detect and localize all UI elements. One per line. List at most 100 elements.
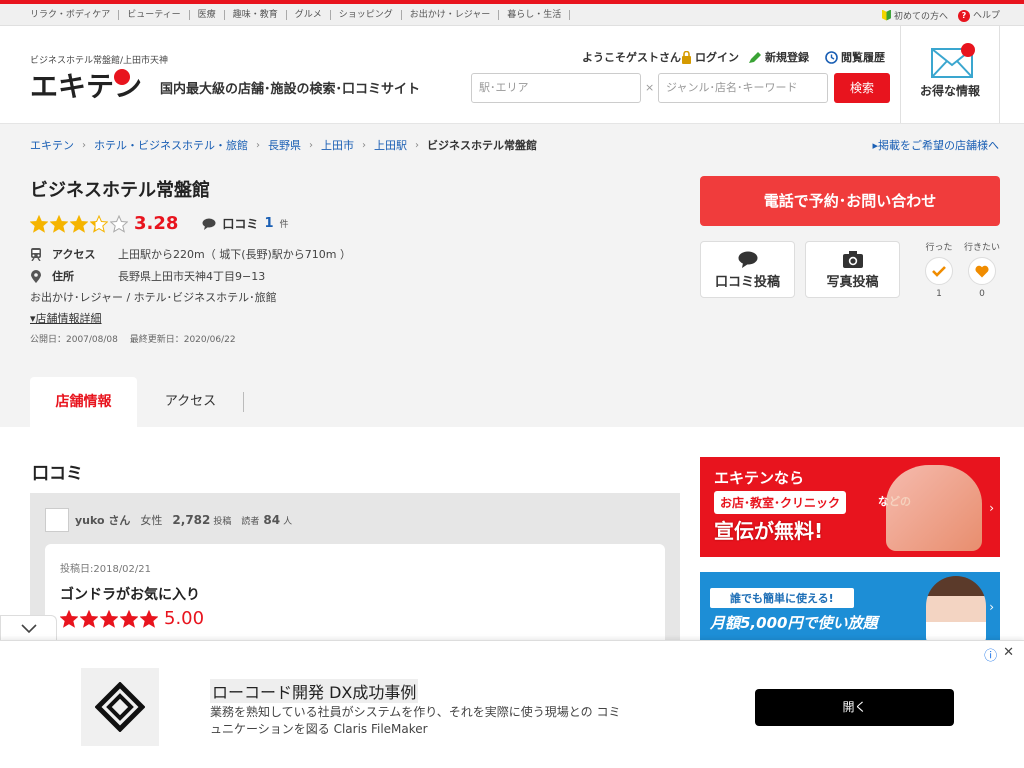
breadcrumb: エキテン › ホテル・ビジネスホテル・旅館 › 長野県 › 上田市 › 上田駅 › ビジネ… (30, 137, 537, 153)
review-card[interactable]: 投稿日:2018/02/21 ゴンドラがお気に入り 5.00 (45, 544, 665, 654)
clear-icon[interactable]: × (645, 81, 654, 94)
category-link[interactable]: ビューティー (119, 9, 190, 20)
shop-details-label: 店舗情報詳細 (35, 312, 102, 325)
listing-request-label: 掲載をご希望の店舗様へ (878, 139, 999, 152)
category-link[interactable]: 暮らし・生活 (499, 9, 571, 20)
post-review-button[interactable]: 口コミ投稿 (700, 241, 795, 298)
ad-text: エキテンなら (714, 469, 805, 487)
reviewer-name[interactable]: yuko さん (75, 512, 130, 528)
review-post-date: 投稿日:2018/02/21 (60, 564, 152, 575)
reviewer-readers-count: 84 (263, 513, 281, 527)
ad-logo[interactable] (81, 668, 159, 746)
history-link[interactable]: 閲覧履歴 (825, 49, 885, 65)
deals-label: お得な情報 (919, 84, 980, 98)
star-icon (70, 214, 88, 233)
category-link[interactable]: ショッピング (331, 9, 402, 20)
post-photo-label: 写真投稿 (826, 275, 879, 290)
went-counter: 行った 1 (919, 240, 959, 299)
tab-access[interactable]: アクセス (137, 377, 244, 427)
ad-info-icon[interactable]: ⓘ (984, 645, 997, 664)
ad-text: お店･教室･クリニック (714, 491, 847, 514)
beginner-link-label: 初めての方へ (893, 11, 948, 22)
star-icon (90, 214, 108, 233)
breadcrumb-link[interactable]: 上田駅 (374, 137, 407, 153)
ad-headline[interactable]: ローコード開発 DX成功事例 (210, 679, 419, 703)
review-count-label: 口コミ (222, 217, 259, 231)
claris-logo-icon (95, 682, 145, 732)
logo-subtitle: ビジネスホテル常盤館/上田市天神 (30, 56, 169, 66)
login-label: ログイン (695, 51, 739, 64)
address-label: 住所 (52, 270, 74, 283)
reviewer-info: yuko さん 女性 2,782 投稿 読者 84 人 (45, 508, 302, 532)
reviewer-readers-unit: 人 (283, 516, 293, 527)
review-rating-value: 5.00 (164, 608, 205, 629)
category-link[interactable]: 医療 (190, 9, 225, 20)
search-keyword-input[interactable]: ジャンル･店名･キーワード (658, 73, 828, 103)
rating-value: 3.28 (134, 213, 179, 234)
tagline: 国内最大級の店舗･施設の検索･口コミサイト (160, 82, 421, 97)
ad-text-highlight: お店･教室･クリニック (720, 496, 841, 510)
went-label: 行った (925, 243, 953, 253)
ad-person-image (886, 465, 982, 551)
want-button[interactable] (968, 257, 996, 285)
star-icon (110, 214, 128, 233)
star-icon (140, 609, 158, 628)
ad-controls: ⓘ ✕ (984, 645, 1014, 664)
ad-open-button[interactable]: 開く (755, 689, 954, 726)
shop-rating: 3.28 口コミ 1 件 (30, 213, 289, 234)
search-area-input[interactable]: 駅･エリア (471, 73, 641, 103)
went-count: 1 (936, 289, 942, 299)
breadcrumb-link[interactable]: 上田市 (321, 137, 354, 153)
register-link[interactable]: 新規登録 (748, 49, 809, 65)
post-photo-button[interactable]: 写真投稿 (805, 241, 900, 298)
breadcrumb-link[interactable]: ホテル・ビジネスホテル・旅館 (94, 137, 248, 153)
site-header: ビジネスホテル常盤館/上田市天神 エキテン 国内最大級の店舗･施設の検索･口コミ… (0, 26, 1024, 124)
shop-title: ビジネスホテル常盤館 (30, 180, 210, 201)
review-item: yuko さん 女性 2,782 投稿 読者 84 人 投稿日:2018/02/… (30, 493, 680, 654)
collapse-ad-button[interactable] (0, 615, 57, 641)
login-link[interactable]: ログイン (681, 49, 739, 65)
map-pin-icon (31, 269, 41, 283)
reviewer-readers-label: 読者 (241, 516, 260, 527)
shop-summary-area: エキテン › ホテル・ビジネスホテル・旅館 › 長野県 › 上田市 › 上田駅 › ビジネ… (0, 124, 1024, 427)
tab-shop-info[interactable]: 店舗情報 (30, 377, 137, 427)
ekiten-logo-icon: エキテン (30, 69, 142, 102)
avatar[interactable] (45, 508, 69, 532)
reviewer-posts-count: 2,782 (172, 513, 211, 527)
went-button[interactable] (925, 257, 953, 285)
help-link[interactable]: ? ヘルプ (957, 8, 1000, 22)
category-link[interactable]: 趣味・教育 (225, 9, 287, 20)
search-button[interactable]: 検索 (834, 73, 890, 103)
category-link[interactable]: お出かけ・レジャー (402, 9, 500, 20)
history-clock-icon (825, 50, 838, 64)
breadcrumb-current: ビジネスホテル常盤館 (427, 139, 537, 152)
close-icon[interactable]: ✕ (1003, 645, 1014, 664)
ad-text: 誰でも簡単に使える! (710, 588, 854, 608)
beginner-link[interactable]: 初めての方へ (881, 9, 948, 22)
call-reserve-button[interactable]: 電話で予約･お問い合わせ (700, 176, 1000, 226)
history-label: 閲覧履歴 (841, 51, 885, 64)
breadcrumb-link[interactable]: エキテン (30, 137, 74, 153)
want-label: 行きたい (963, 243, 1000, 253)
category-link[interactable]: リラク・ボディケア (30, 9, 120, 20)
chevron-right-icon: › (415, 139, 419, 151)
star-icon (30, 214, 48, 233)
speech-bubble-icon (202, 218, 216, 230)
breadcrumb-link[interactable]: 長野県 (268, 137, 301, 153)
speech-bubble-icon (738, 251, 757, 268)
chevron-right-icon: › (309, 139, 313, 151)
deals-button[interactable]: お得な情報 (900, 26, 1000, 123)
listing-request-link[interactable]: ▸掲載をご希望の店舗様へ (872, 137, 999, 153)
address-row: 住所 長野県上田市天神4丁目9−13 (30, 268, 265, 284)
free-listing-ad-banner[interactable]: エキテンなら お店･教室･クリニック などの 宣伝が無料! › (700, 457, 1000, 557)
category-link[interactable]: グルメ (287, 9, 331, 20)
service-ad-banner[interactable]: 誰でも簡単に使える! 月額5,000円で使い放題 › (700, 572, 1000, 642)
review-count-link[interactable]: 口コミ 1 件 (202, 215, 289, 232)
chevron-right-icon: › (989, 501, 994, 515)
review-title[interactable]: ゴンドラがお気に入り (60, 584, 200, 604)
ad-body: 業務を熟知している社員がシステムを作り、それを実際に使う現場との コミュニケーシ… (210, 705, 621, 736)
lock-icon (682, 50, 691, 64)
publish-dates: 公開日：2007/08/08 最終更新日：2020/06/22 (30, 335, 236, 345)
chevron-down-icon (20, 624, 37, 634)
shop-details-toggle[interactable]: ▾店舗情報詳細 (30, 310, 102, 326)
